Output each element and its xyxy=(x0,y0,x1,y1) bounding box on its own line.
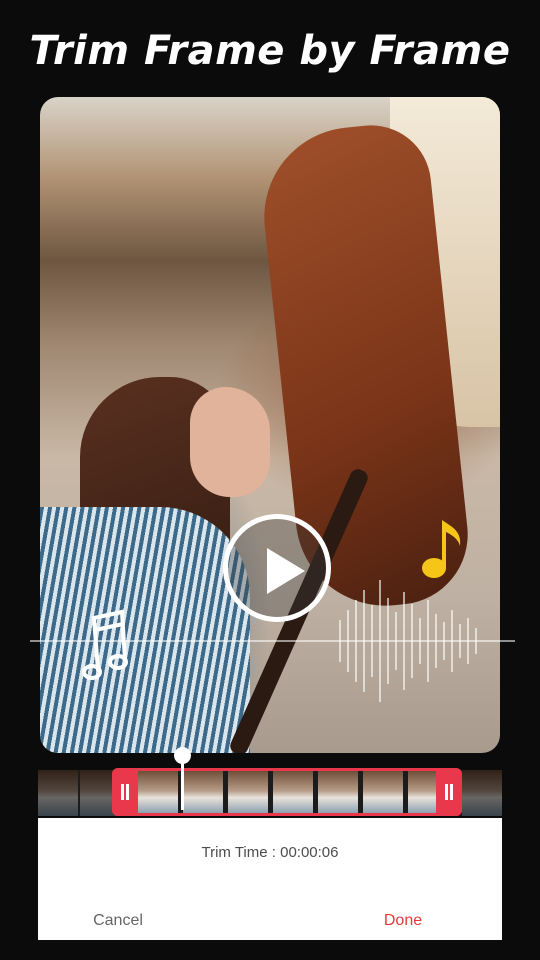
grip-line xyxy=(121,784,124,800)
trim-time-label: Trim Time : 00:00:06 xyxy=(201,844,339,861)
trim-selection[interactable] xyxy=(112,768,462,816)
play-icon xyxy=(267,548,305,594)
trim-handle-left[interactable] xyxy=(112,768,138,816)
music-note-icon xyxy=(422,520,461,578)
trim-handle-right[interactable] xyxy=(436,768,462,816)
woman-face xyxy=(190,387,270,497)
play-button[interactable] xyxy=(223,514,331,622)
playhead-knob[interactable] xyxy=(174,747,191,764)
grip-line xyxy=(126,784,129,800)
trim-panel: Trim Time : 00:00:06 Cancel Done xyxy=(38,818,502,940)
promo-headline: Trim Frame by Frame xyxy=(29,28,511,74)
woman-shirt xyxy=(40,507,250,753)
frame-dim xyxy=(38,770,78,816)
grip-line xyxy=(450,784,453,800)
playhead[interactable] xyxy=(181,760,184,810)
done-button[interactable]: Done xyxy=(353,912,453,930)
music-notes-icon xyxy=(82,609,128,680)
grip-line xyxy=(445,784,448,800)
cancel-button[interactable]: Cancel xyxy=(68,912,168,930)
frame-dim xyxy=(462,770,502,816)
